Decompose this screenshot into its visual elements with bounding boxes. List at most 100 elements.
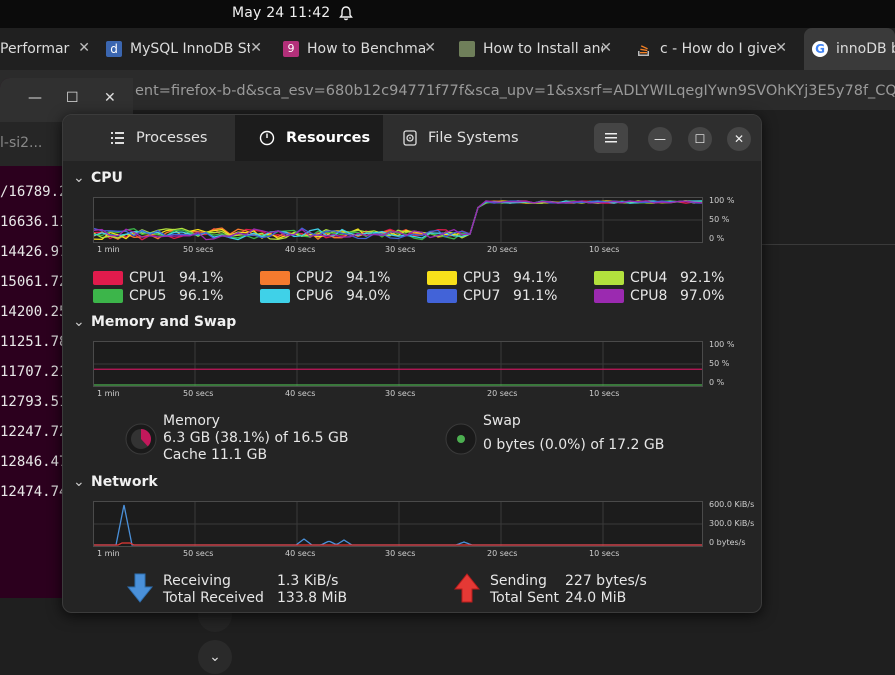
time-tick-label: 50 secs <box>183 549 214 558</box>
url-text[interactable]: ent=firefox-b-d&sca_esv=680b12c94771f77f… <box>135 83 895 99</box>
cpu-percent: 94.1% <box>179 270 224 286</box>
page-favicon-icon: 9 <box>283 41 299 57</box>
browser-tab-active[interactable]: G innoDB b <box>804 28 895 70</box>
stackoverflow-favicon-icon <box>636 41 652 57</box>
value-tick-label: 300.0 KiB/s <box>709 519 755 528</box>
memory-history-graph <box>93 341 703 387</box>
time-tick-label: 40 secs <box>285 389 316 398</box>
terminal-line: /16789.2 <box>0 184 68 200</box>
google-favicon-icon: G <box>812 41 828 57</box>
browser-tab[interactable]: 9 How to Benchmar ✕ <box>283 28 438 70</box>
chevron-down-icon[interactable]: ⌄ <box>73 170 91 186</box>
sending-info: Sending Total Sent <box>490 573 560 606</box>
address-bar[interactable]: ent=firefox-b-d&sca_esv=680b12c94771f77f… <box>0 70 895 110</box>
memory-history-plot <box>94 342 702 386</box>
sending-values: 227 bytes/s 24.0 MiB <box>565 573 647 606</box>
time-tick-label: 10 secs <box>589 245 620 254</box>
section-cpu[interactable]: ⌄ CPU <box>73 170 123 186</box>
close-tab-icon[interactable]: ✕ <box>78 40 90 56</box>
cpu-percent: 94.0% <box>346 288 391 304</box>
menu-icon <box>605 133 617 143</box>
clock[interactable]: May 24 11:42 <box>232 5 330 21</box>
cpu-name: CPU8 <box>630 288 668 304</box>
cpu-color-swatch[interactable] <box>594 289 624 303</box>
terminal-line: 11251.78 <box>0 334 68 350</box>
value-tick-label: 50 % <box>709 359 730 368</box>
terminal-line: 12247.72 <box>0 424 68 440</box>
system-monitor-window[interactable]: Processes Resources File Systems — ☐ ✕ ⌄… <box>62 114 762 613</box>
browser-tab[interactable]: How to Install and ✕ <box>459 28 614 70</box>
close-icon[interactable]: ✕ <box>104 90 116 106</box>
top-bar: May 24 11:42 <box>0 0 895 28</box>
browser-tab[interactable]: d MySQL InnoDB St ✕ <box>106 28 264 70</box>
cpu-color-swatch[interactable] <box>93 289 123 303</box>
value-tick-label: 0 % <box>709 234 725 243</box>
cpu-history-plot <box>94 198 702 242</box>
browser-tab[interactable]: c - How do I give w ✕ <box>636 28 789 70</box>
cpu-color-swatch[interactable] <box>260 289 290 303</box>
cpu-color-swatch[interactable] <box>260 271 290 285</box>
swap-indicator-icon <box>445 423 477 455</box>
terminal-line: 14200.25 <box>0 304 68 320</box>
page-divider <box>761 244 895 245</box>
section-memory[interactable]: ⌄ Memory and Swap <box>73 314 236 330</box>
close-button[interactable]: ✕ <box>727 127 751 151</box>
terminal-line: 14426.97 <box>0 244 68 260</box>
minimize-icon[interactable]: — <box>28 90 42 106</box>
close-tab-icon[interactable]: ✕ <box>600 40 612 56</box>
mysql-favicon-icon: d <box>106 41 122 57</box>
cpu-color-swatch[interactable] <box>594 271 624 285</box>
close-tab-icon[interactable]: ✕ <box>250 40 262 56</box>
cpu-name: CPU3 <box>463 270 501 286</box>
cpu-history-graph <box>93 197 703 243</box>
cpu-percent: 97.0% <box>680 288 725 304</box>
tab-processes[interactable]: Processes <box>63 115 235 161</box>
browser-tab-strip: Performar ✕ d MySQL InnoDB St ✕ 9 How to… <box>0 28 895 70</box>
bell-icon[interactable] <box>338 5 354 21</box>
close-tab-icon[interactable]: ✕ <box>424 40 436 56</box>
cpu-name: CPU2 <box>296 270 334 286</box>
time-tick-label: 1 min <box>97 389 120 398</box>
maximize-button[interactable]: ☐ <box>688 127 712 151</box>
memory-pie-icon <box>125 423 157 455</box>
disk-icon <box>403 130 417 146</box>
cpu-percent: 92.1% <box>680 270 725 286</box>
time-tick-label: 10 secs <box>589 549 620 558</box>
cpu-name: CPU7 <box>463 288 501 304</box>
cpu-color-swatch[interactable] <box>427 289 457 303</box>
time-tick-label: 30 secs <box>385 389 416 398</box>
hamburger-menu-button[interactable] <box>594 123 628 153</box>
time-tick-label: 30 secs <box>385 549 416 558</box>
chevron-down-icon[interactable]: ⌄ <box>73 474 91 490</box>
chevron-down-icon[interactable]: ⌄ <box>73 314 91 330</box>
sending-series-line <box>94 542 702 546</box>
browser-tab[interactable]: Performar ✕ <box>0 28 96 70</box>
value-tick-label: 100 % <box>709 196 735 205</box>
cpu-percent: 94.1% <box>513 270 558 286</box>
time-tick-label: 1 min <box>97 549 120 558</box>
terminal-line: 12474.74 <box>0 484 68 500</box>
minimize-button[interactable]: — <box>648 127 672 151</box>
tab-file-systems[interactable]: File Systems <box>383 115 533 161</box>
value-tick-label: 0 % <box>709 378 725 387</box>
network-history-graph <box>93 501 703 547</box>
close-tab-icon[interactable]: ✕ <box>775 40 787 56</box>
value-tick-label: 600.0 KiB/s <box>709 500 755 509</box>
tab-resources[interactable]: Resources <box>235 115 383 161</box>
avatar-favicon-icon <box>459 41 475 57</box>
section-network[interactable]: ⌄ Network <box>73 474 158 490</box>
chevron-down-icon[interactable]: ⌄ <box>198 640 232 674</box>
time-tick-label: 20 secs <box>487 549 518 558</box>
terminal-line: 15061.72 <box>0 274 68 290</box>
time-tick-label: 50 secs <box>183 389 214 398</box>
cpu-color-swatch[interactable] <box>427 271 457 285</box>
receiving-arrow-icon <box>127 573 153 603</box>
terminal-line: 11707.21 <box>0 364 68 380</box>
memory-info: Memory 6.3 GB (38.1%) of 16.5 GB Cache 1… <box>163 413 349 463</box>
cpu-color-swatch[interactable] <box>93 271 123 285</box>
time-tick-label: 50 secs <box>183 245 214 254</box>
cpu-name: CPU4 <box>630 270 668 286</box>
time-tick-label: 40 secs <box>285 245 316 254</box>
cpu-percent: 94.1% <box>346 270 391 286</box>
maximize-icon[interactable]: ☐ <box>66 90 79 106</box>
